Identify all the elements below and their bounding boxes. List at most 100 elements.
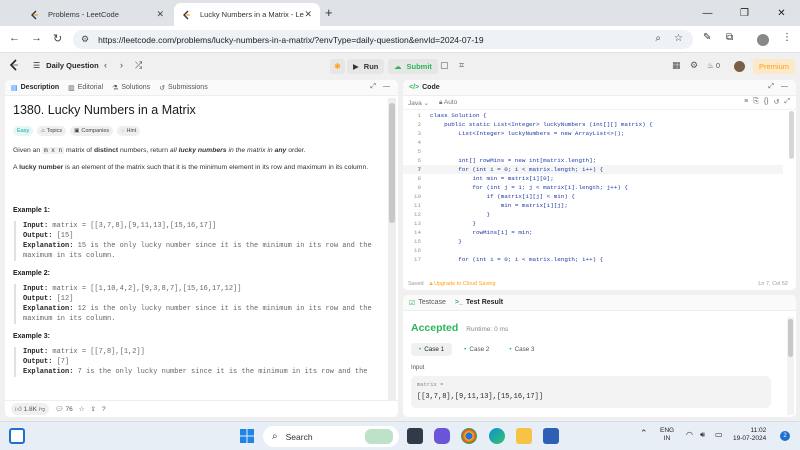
description-scrollbar[interactable] [388,98,396,408]
tab-test-result[interactable]: >_ Test Result [455,299,503,306]
prev-problem-icon[interactable]: ‹ [104,60,107,70]
scroll-thumb[interactable] [788,319,793,357]
taskbar-search[interactable]: ⌕ Search [263,426,399,447]
code-line[interactable]: 17 for (int i = 0; i < matrix.length; i+… [403,255,783,264]
share-icon[interactable]: ⇪ [91,405,96,413]
favorite-star-icon[interactable]: ☆ [79,405,85,413]
profile-avatar[interactable] [757,34,769,46]
next-problem-icon[interactable]: › [120,60,123,70]
daily-question-link[interactable]: ☰ Daily Question [33,61,99,70]
premium-button[interactable]: Premium [753,59,795,74]
scroll-thumb[interactable] [389,103,395,223]
bookmark-star-icon[interactable]: ☆ [674,33,683,44]
tab-description[interactable]: ▤ Description [11,84,59,92]
chevron-up-icon[interactable]: ⌃ [640,428,648,439]
case-tab-2[interactable]: • Case 2 [456,343,497,356]
url-text[interactable]: https://leetcode.com/problems/lucky-numb… [98,35,484,45]
companies-chip[interactable]: ▣ Companies [70,126,114,136]
fullscreen-icon[interactable]: ⤢ [784,98,790,106]
task-view-icon[interactable] [407,428,423,444]
close-tab-icon[interactable]: ✕ [304,9,312,20]
reload-icon[interactable]: ↻ [53,32,62,45]
comments-button[interactable]: 💬︎ 76 [55,405,72,413]
tab-solutions[interactable]: ⚗ Solutions [112,84,150,92]
code-line[interactable]: 3 List<Integer> luckyNumbers = new Array… [403,129,783,138]
url-field[interactable]: ⚙ https://leetcode.com/problems/lucky-nu… [73,30,693,49]
help-icon[interactable]: ? [102,406,106,413]
code-line[interactable]: 16 [403,246,783,255]
case-tab-3[interactable]: • Case 3 [501,343,542,356]
code-line[interactable]: 5 [403,147,783,156]
minimize-panel-icon[interactable]: — [383,83,390,90]
case-tab-1[interactable]: • Case 1 [411,343,453,356]
menu-dots-icon[interactable]: ⋮ [782,32,792,43]
start-icon[interactable] [239,428,255,444]
language-indicator[interactable]: ENG IN [660,427,674,443]
autocomplete-toggle[interactable]: 🔒︎ Auto [439,99,457,107]
minimize-panel-icon[interactable]: — [781,83,788,90]
thumbs-down-icon[interactable]: 👎︎ [39,406,46,413]
language-select[interactable]: Java ⌄ [408,99,429,107]
store-icon[interactable] [543,428,559,444]
bookmark-icon[interactable]: ⎘ [753,98,759,106]
tab-problems[interactable]: Problems - LeetCode ✕ [22,3,172,26]
site-info-icon[interactable]: ⚙ [81,34,89,45]
chrome-icon[interactable] [461,428,477,444]
settings-icon[interactable]: ⚙ [690,60,698,71]
upgrade-link[interactable]: 🔒︎ Upgrade to Cloud Saving [430,281,496,288]
problem-title[interactable]: 1380. Lucky Numbers in a Matrix [13,103,386,117]
like-button[interactable]: 👍︎ 1.8K 👎︎ [11,403,50,415]
code-line[interactable]: 15 } [403,237,783,246]
code-line[interactable]: 14 rowMins[i] = min; [403,228,783,237]
zoom-icon[interactable]: ⌕ [655,33,661,44]
shuffle-icon[interactable]: ⤮ [135,60,142,71]
streak-counter[interactable]: ♨ 0 [707,61,720,70]
topics-chip[interactable]: ⌂ Topics [37,126,67,136]
tab-testcase[interactable]: ☑ Testcase [409,299,446,307]
clock[interactable]: 11:02 19-07-2024 [733,427,766,443]
close-tab-icon[interactable]: ✕ [156,9,164,20]
whiteboard-icon[interactable]: ⌗ [459,60,464,71]
code-line[interactable]: 10 if (matrix[i][j] < min) { [403,192,783,201]
code-line[interactable]: 1 class Solution { [403,111,783,120]
code-line[interactable]: 9 for (int j = 1; j < matrix[i].length; … [403,183,783,192]
code-editor[interactable]: 1 class Solution {2 public static List<In… [403,111,783,269]
code-line[interactable]: 2 public static List<Integer> luckyNumbe… [403,120,783,129]
leetcode-logo[interactable] [9,59,19,74]
hint-chip[interactable]: ◌ Hint [117,126,141,136]
volume-icon[interactable]: 🔊︎ [700,430,705,440]
pen-icon[interactable]: ✎ [703,32,711,43]
minimize-icon[interactable]: — [689,0,726,26]
code-line[interactable]: 11 min = matrix[i][j]; [403,201,783,210]
code-line[interactable]: 13 } [403,219,783,228]
tab-lucky-numbers[interactable]: Lucky Numbers in a Matrix - Le ✕ [174,3,320,26]
user-avatar[interactable] [734,61,745,72]
notification-badge[interactable]: 2 [780,431,790,441]
new-tab-button[interactable]: + [325,5,333,20]
scroll-thumb[interactable] [789,111,794,159]
edge-icon[interactable] [489,428,505,444]
code-line[interactable]: 8 int min = matrix[i][0]; [403,174,783,183]
wifi-icon[interactable]: ◠ [686,430,693,439]
forward-icon[interactable]: → [31,32,42,44]
tab-code[interactable]: </> Code [409,84,440,91]
note-icon[interactable]: ▢ [440,60,449,71]
code-line[interactable]: 7 for (int i = 0; i < matrix.length; i++… [403,165,783,174]
reset-icon[interactable]: ↺ [774,98,780,106]
format-icon[interactable]: ≡ [744,98,748,106]
maximize-icon[interactable]: ❐ [726,0,763,26]
teams-icon[interactable] [434,428,450,444]
code-scrollbar[interactable] [789,111,795,271]
submit-button[interactable]: ☁ Submit [388,59,438,74]
code-line[interactable]: 6 int[] rowMins = new int[matrix.length]… [403,156,783,165]
variable-value[interactable]: [[3,7,8],[9,11,13],[15,16,17]] [417,393,543,401]
tab-editorial[interactable]: ▥ Editorial [68,84,103,92]
extensions-icon[interactable]: ⧉ [726,32,733,43]
widgets-icon[interactable] [9,428,25,444]
code-line[interactable]: 12 } [403,210,783,219]
expand-icon[interactable]: ⤢ [370,83,376,91]
code-line[interactable]: 4 [403,138,783,147]
layout-icon[interactable]: ▦ [672,60,681,71]
expand-icon[interactable]: ⤢ [768,83,774,91]
battery-icon[interactable]: ▭ [715,430,723,439]
